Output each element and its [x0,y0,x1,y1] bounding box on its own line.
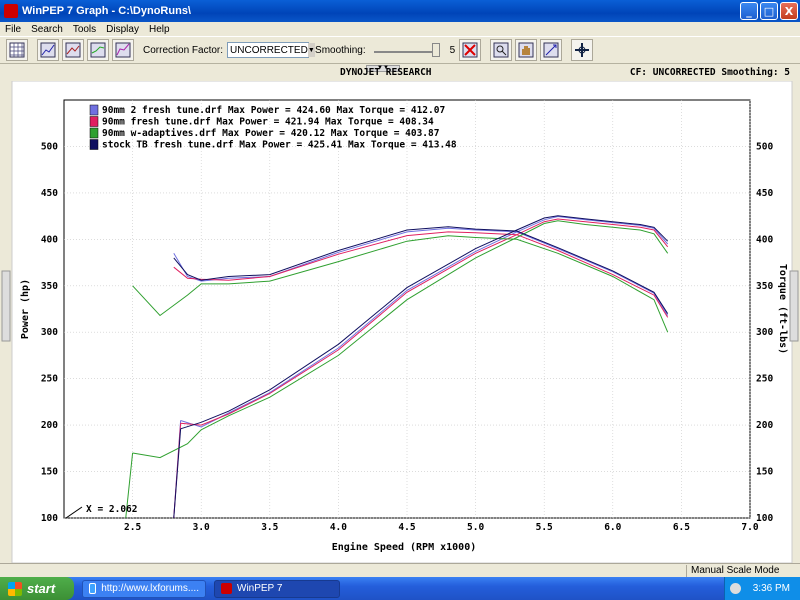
menu-display[interactable]: Display [101,24,144,35]
scale-icon[interactable] [540,39,563,61]
zoom-icon[interactable] [490,39,513,61]
y-tick-label-left: 300 [41,327,58,338]
y-tick-label-left: 450 [41,188,58,199]
correction-factor-label: Correction Factor: [143,44,224,56]
hand-pan-icon[interactable] [515,39,538,61]
winpep-icon [221,583,232,594]
left-scroll-handle[interactable] [1,270,11,342]
legend-swatch [89,127,99,139]
legend-entry: 90mm 2 fresh tune.drf Max Power = 424.60… [102,105,445,116]
y-tick-label-right: 500 [756,141,773,152]
x-tick-label: 3.5 [261,522,278,533]
x-axis-label: Engine Speed (RPM x1000) [332,541,477,553]
smoothing-value: 5 [449,44,456,56]
y-tick-label-left: 200 [41,420,58,431]
smoothing-slider[interactable] [373,42,440,58]
x-tick-label: 6.5 [673,522,690,533]
menu-help[interactable]: Help [144,24,175,35]
x-tick-label: 4.5 [398,522,415,533]
legend-swatch [89,139,99,150]
windows-logo-icon [8,581,22,596]
y-tick-label-left: 350 [41,281,58,292]
title-bar: WinPEP 7 Graph - C:\DynoRuns\ _ □ X [0,0,800,22]
start-label: start [27,581,56,596]
legend-entry: 90mm w-adaptives.drf Max Power = 420.12 … [102,128,439,139]
y-axis-label-right: Torque (ft-lbs) [777,264,788,354]
y-axis-label-left: Power (hp) [20,279,31,339]
graph-view-3-icon[interactable] [87,39,109,61]
start-button[interactable]: start [0,577,74,600]
y-tick-label-right: 300 [756,327,773,338]
legend-swatch [89,104,99,116]
chevron-down-icon: ▼ [307,43,315,57]
grid-icon[interactable] [6,39,28,61]
y-tick-label-left: 500 [41,141,58,152]
taskbar-item-winpep-label: WinPEP 7 [237,583,283,594]
menu-file[interactable]: File [0,24,26,35]
graph-view-1-icon[interactable] [37,39,59,61]
tray-network-icon[interactable] [729,583,741,594]
system-tray: 3:36 PM [724,577,800,600]
minimize-button[interactable]: _ [740,2,758,20]
menu-bar: File Search Tools Display Help [0,22,800,36]
y-tick-label-right: 250 [756,374,773,385]
y-tick-label-left: 250 [41,374,58,385]
smoothing-label: Smoothing: [315,44,366,56]
menu-tools[interactable]: Tools [68,24,101,35]
app-icon [4,4,18,18]
correction-factor-select[interactable]: UNCORRECTED ▼ [227,42,315,58]
y-tick-label-right: 350 [756,281,773,292]
taskbar-item-browser-label: http://www.lxforums.... [101,583,199,594]
taskbar: start http://www.lxforums.... WinPEP 7 3… [0,577,800,600]
y-tick-label-left: 100 [41,513,58,524]
clock: 3:36 PM [752,583,790,594]
clear-graph-icon[interactable] [459,39,482,61]
toolbar: Correction Factor: UNCORRECTED ▼ Smoothi… [0,36,800,64]
close-button[interactable]: X [780,2,798,20]
graph-view-2-icon[interactable] [62,39,84,61]
taskbar-item-winpep[interactable]: WinPEP 7 [214,579,340,598]
x-tick-label: 5.5 [536,522,553,533]
crosshair-icon[interactable] [571,39,594,61]
y-tick-label-left: 400 [41,234,58,245]
maximize-button[interactable]: □ [760,2,778,20]
taskbar-item-browser[interactable]: http://www.lxforums.... [82,579,206,598]
y-tick-label-right: 400 [756,234,773,245]
y-tick-label-right: 200 [756,420,773,431]
graph-view-4-icon[interactable] [112,39,134,61]
window-title: WinPEP 7 Graph - C:\DynoRuns\ [22,5,191,17]
x-tick-label: 4.0 [330,522,347,533]
correction-factor-value: UNCORRECTED [230,44,308,56]
scale-mode-status: Manual Scale Mode [686,565,779,577]
dyno-chart[interactable]: 2.5 3.0 3.5 4.0 4.5 5.0 5.5 6.0 6.5 7.0100 100150 1… [0,81,800,563]
y-tick-label-left: 150 [41,467,58,478]
cursor-readout: X = 2.062 [86,504,137,515]
y-tick-label-right: 150 [756,467,773,478]
menu-search[interactable]: Search [26,24,68,35]
x-tick-label: 2.5 [124,522,141,533]
legend-swatch [89,116,99,127]
graph-header: ▼▼ DYNOJET RESEARCH CF: UNCORRECTED Smoo… [0,65,800,81]
slider-thumb[interactable] [431,43,440,57]
slider-track [373,51,440,53]
y-tick-label-right: 450 [756,188,773,199]
status-bar: Manual Scale Mode [0,563,800,577]
x-tick-label: 3.0 [193,522,210,533]
y-tick-label-right: 100 [756,513,773,524]
legend-entry: 90mm fresh tune.drf Max Power = 421.94 M… [102,117,434,128]
legend-entry: stock TB fresh tune.drf Max Power = 425.… [102,140,457,151]
x-tick-label: 5.0 [467,522,484,533]
graph-info: CF: UNCORRECTED Smoothing: 5 [629,67,790,78]
browser-icon [89,583,97,594]
x-tick-label: 6.0 [604,522,621,533]
company-label: DYNOJET RESEARCH [340,67,432,78]
right-scroll-handle[interactable] [789,270,799,342]
legend: 90mm 2 fresh tune.drf Max Power = 424.60… [89,104,457,151]
